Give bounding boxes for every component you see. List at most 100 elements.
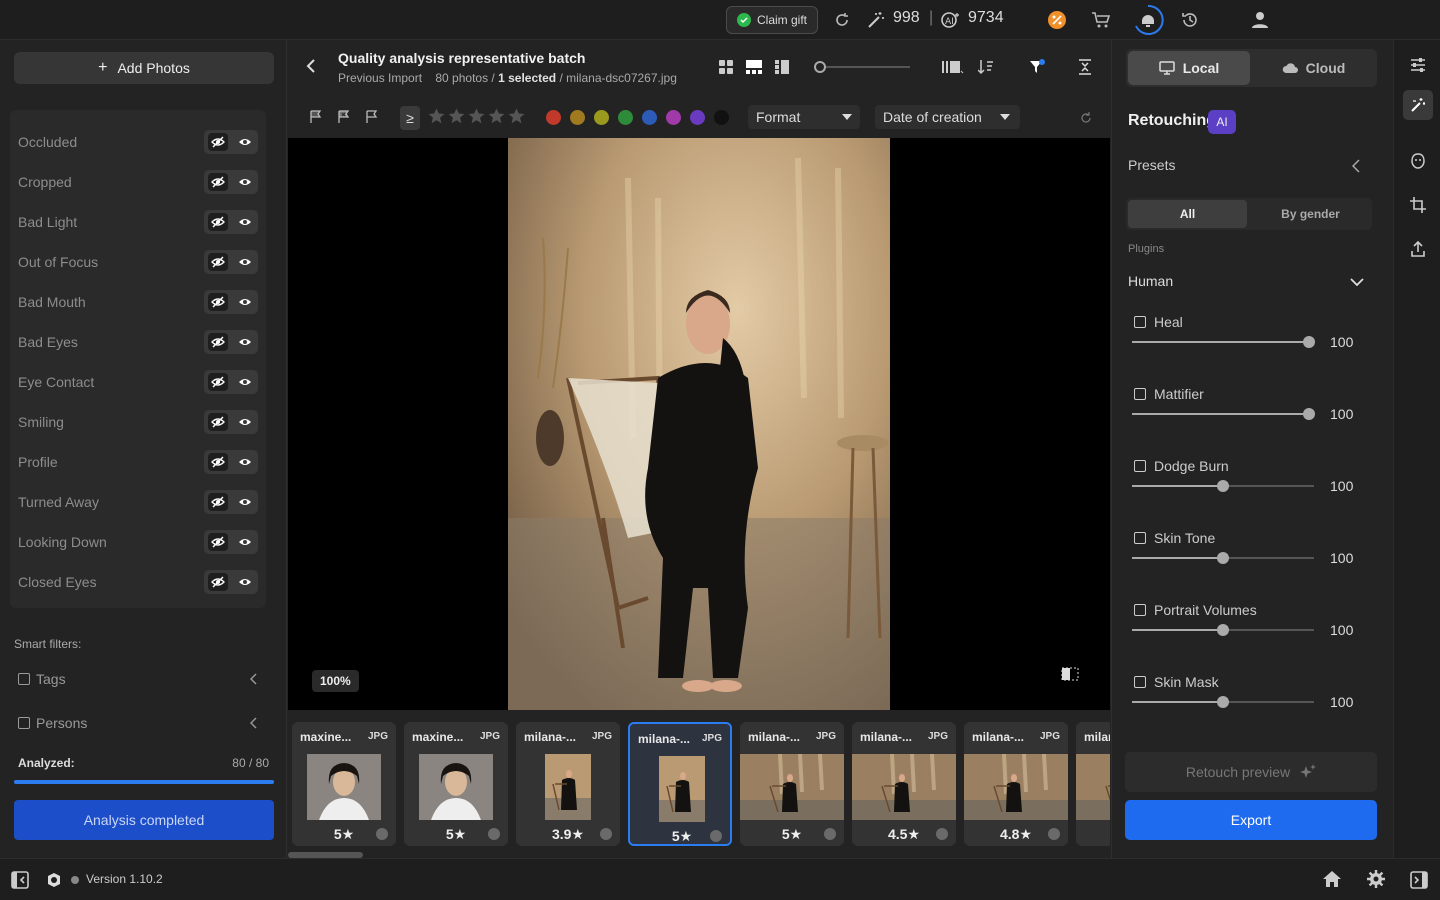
user-icon[interactable] bbox=[1250, 10, 1270, 30]
retouch-option[interactable]: Dodge Burn bbox=[1134, 458, 1229, 474]
show-eye-icon[interactable] bbox=[235, 573, 255, 591]
compare-split-icon[interactable] bbox=[1061, 667, 1079, 681]
slider-knob[interactable] bbox=[1303, 336, 1315, 348]
thumbnail-size-slider[interactable] bbox=[814, 61, 910, 73]
back-button[interactable] bbox=[306, 58, 316, 74]
slider-knob[interactable] bbox=[1217, 552, 1229, 564]
zoom-level[interactable]: 100% bbox=[312, 670, 359, 692]
reset-filters-icon[interactable] bbox=[1080, 112, 1092, 124]
color-label-dot[interactable] bbox=[714, 110, 729, 125]
show-eye-icon[interactable] bbox=[235, 253, 255, 271]
retouch-option[interactable]: Skin Mask bbox=[1134, 674, 1219, 690]
cloud-tab[interactable]: Cloud bbox=[1252, 51, 1375, 85]
mask-icon[interactable] bbox=[1403, 146, 1433, 176]
filmstrip[interactable]: milanmilana-...JPG4.8★milana-...JPG4.5★m… bbox=[288, 712, 1110, 858]
tags-checkbox[interactable] bbox=[18, 673, 30, 685]
single-view-icon[interactable] bbox=[746, 60, 762, 74]
filmstrip-thumbnail-selected[interactable]: milana-... JPG 5★ bbox=[628, 722, 732, 846]
sort-icon[interactable] bbox=[978, 59, 998, 75]
export-button[interactable]: Export bbox=[1125, 800, 1377, 840]
retouch-option[interactable]: Mattifier bbox=[1134, 386, 1204, 402]
analysis-completed-button[interactable]: Analysis completed bbox=[14, 800, 274, 840]
color-label-dot[interactable] bbox=[570, 110, 585, 125]
home-icon[interactable] bbox=[1322, 870, 1342, 888]
image-viewer[interactable]: 100% bbox=[288, 138, 1110, 710]
thumbnail-color-label[interactable] bbox=[1048, 828, 1060, 840]
filmstrip-thumbnail[interactable]: maxine... JPG 5★ bbox=[404, 722, 508, 846]
format-dropdown[interactable]: Format bbox=[748, 105, 860, 129]
retouch-option-checkbox[interactable] bbox=[1134, 532, 1146, 544]
show-eye-icon[interactable] bbox=[235, 293, 255, 311]
show-eye-icon[interactable] bbox=[235, 173, 255, 191]
filmstrip-thumbnail[interactable]: maxine... JPG 5★ bbox=[292, 722, 396, 846]
refresh-icon[interactable] bbox=[832, 10, 852, 30]
hide-eye-icon[interactable] bbox=[207, 373, 228, 391]
discount-icon[interactable] bbox=[1047, 10, 1067, 30]
retouch-option-checkbox[interactable] bbox=[1134, 316, 1146, 328]
color-label-dot[interactable] bbox=[594, 110, 609, 125]
add-photos-button[interactable]: + Add Photos bbox=[14, 52, 274, 84]
filmstrip-thumbnail[interactable]: milana-... JPG 4.8★ bbox=[964, 722, 1068, 846]
by-gender-tab[interactable]: By gender bbox=[1251, 200, 1370, 228]
chevron-left-icon[interactable] bbox=[250, 673, 258, 685]
retouch-option[interactable]: Skin Tone bbox=[1134, 530, 1215, 546]
slider-knob[interactable] bbox=[1217, 624, 1229, 636]
date-of-creation-dropdown[interactable]: Date of creation bbox=[875, 105, 1020, 129]
chevron-down-icon[interactable] bbox=[1350, 278, 1364, 286]
flag-pick-icon[interactable] bbox=[310, 110, 322, 124]
history-icon[interactable] bbox=[1180, 10, 1200, 30]
retouch-option-checkbox[interactable] bbox=[1134, 460, 1146, 472]
slider-track[interactable] bbox=[1132, 341, 1314, 343]
slider-knob[interactable] bbox=[1217, 480, 1229, 492]
color-label-dot[interactable] bbox=[690, 110, 705, 125]
star-rating-filter[interactable] bbox=[428, 108, 525, 124]
show-eye-icon[interactable] bbox=[235, 453, 255, 471]
star-icon[interactable] bbox=[488, 108, 505, 124]
persons-checkbox[interactable] bbox=[18, 717, 30, 729]
show-eye-icon[interactable] bbox=[235, 413, 255, 431]
filmstrip-thumbnail[interactable]: milana-... JPG 5★ bbox=[740, 722, 844, 846]
flag-none-icon[interactable] bbox=[366, 110, 378, 124]
retouch-option-checkbox[interactable] bbox=[1134, 388, 1146, 400]
star-icon[interactable] bbox=[428, 108, 445, 124]
hide-eye-icon[interactable] bbox=[207, 173, 228, 191]
adjustments-icon[interactable] bbox=[1403, 50, 1433, 80]
local-tab[interactable]: Local bbox=[1128, 51, 1250, 85]
claim-gift-button[interactable]: Claim gift bbox=[726, 6, 818, 34]
all-tab[interactable]: All bbox=[1128, 200, 1247, 228]
breadcrumb-previous-import[interactable]: Previous Import bbox=[338, 71, 422, 85]
show-eye-icon[interactable] bbox=[235, 533, 255, 551]
rating-comparator-button[interactable]: ≥ bbox=[400, 106, 420, 130]
compare-view-icon[interactable] bbox=[775, 60, 789, 74]
color-label-dot[interactable] bbox=[666, 110, 681, 125]
settings-gear-icon[interactable] bbox=[1366, 869, 1386, 889]
star-icon[interactable] bbox=[448, 108, 465, 124]
cart-icon[interactable] bbox=[1091, 10, 1111, 30]
slider-knob[interactable] bbox=[1217, 696, 1229, 708]
persons-filter[interactable]: Persons bbox=[18, 713, 258, 733]
star-icon[interactable] bbox=[508, 108, 525, 124]
main-photo[interactable] bbox=[508, 138, 890, 710]
retouch-option-checkbox[interactable] bbox=[1134, 676, 1146, 688]
stack-icon[interactable] bbox=[942, 60, 964, 74]
hide-eye-icon[interactable] bbox=[207, 573, 228, 591]
collapse-icon[interactable] bbox=[1078, 59, 1092, 75]
star-icon[interactable] bbox=[468, 108, 485, 124]
toggle-right-panel-icon[interactable] bbox=[1410, 871, 1428, 889]
flag-reject-icon[interactable] bbox=[338, 110, 350, 124]
chevron-left-icon[interactable] bbox=[250, 717, 258, 729]
color-label-dot[interactable] bbox=[546, 110, 561, 125]
hide-eye-icon[interactable] bbox=[207, 253, 228, 271]
presets-chevron-left-icon[interactable] bbox=[1352, 159, 1360, 173]
human-plugin-label[interactable]: Human bbox=[1128, 273, 1173, 289]
hide-eye-icon[interactable] bbox=[207, 493, 228, 511]
show-eye-icon[interactable] bbox=[235, 493, 255, 511]
retouch-option-checkbox[interactable] bbox=[1134, 604, 1146, 616]
filmstrip-thumbnail[interactable]: milana-... JPG 3.9★ bbox=[516, 722, 620, 846]
grid-view-icon[interactable] bbox=[719, 60, 733, 74]
slider-knob[interactable] bbox=[1303, 408, 1315, 420]
slider-knob[interactable] bbox=[814, 61, 826, 73]
filter-icon[interactable] bbox=[1029, 59, 1045, 75]
toggle-left-panel-icon[interactable] bbox=[11, 871, 29, 889]
color-label-dot[interactable] bbox=[642, 110, 657, 125]
